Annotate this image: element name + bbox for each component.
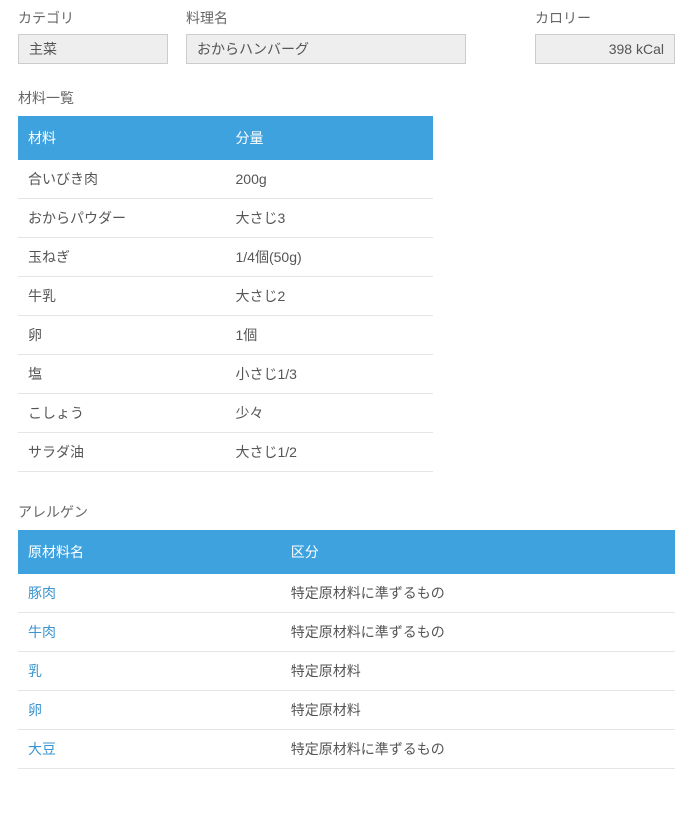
category-field-group: カテゴリ — [18, 8, 168, 64]
category-label: カテゴリ — [18, 8, 168, 28]
allergen-table: 原材料名 区分 豚肉特定原材料に準ずるもの牛肉特定原材料に準ずるもの乳特定原材料… — [18, 530, 675, 769]
category-input[interactable] — [18, 34, 168, 64]
allergen-type-cell: 特定原材料に準ずるもの — [281, 613, 675, 652]
allergen-name-link[interactable]: 豚肉 — [18, 574, 281, 613]
ingredient-name-cell: 牛乳 — [18, 277, 226, 316]
allergen-section: アレルゲン 原材料名 区分 豚肉特定原材料に準ずるもの牛肉特定原材料に準ずるもの… — [18, 502, 675, 769]
ingredient-amount-cell: 1/4個(50g) — [226, 238, 434, 277]
ingredient-amount-cell: 少々 — [226, 394, 434, 433]
ingredients-table: 材料 分量 合いびき肉200gおからパウダー大さじ3玉ねぎ1/4個(50g)牛乳… — [18, 116, 433, 472]
ingredient-amount-cell: 大さじ3 — [226, 199, 434, 238]
col-allergen-name-header: 原材料名 — [18, 530, 281, 574]
ingredient-amount-cell: 小さじ1/3 — [226, 355, 434, 394]
ingredient-amount-cell: 大さじ2 — [226, 277, 434, 316]
table-row: サラダ油大さじ1/2 — [18, 433, 433, 472]
top-fields-row: カテゴリ 料理名 カロリー — [18, 8, 675, 64]
table-row: 卵1個 — [18, 316, 433, 355]
allergen-type-cell: 特定原材料 — [281, 652, 675, 691]
ingredient-name-cell: 卵 — [18, 316, 226, 355]
ingredient-name-cell: おからパウダー — [18, 199, 226, 238]
table-row: 牛肉特定原材料に準ずるもの — [18, 613, 675, 652]
recipe-label: 料理名 — [186, 8, 466, 28]
allergen-name-link[interactable]: 乳 — [18, 652, 281, 691]
allergen-name-link[interactable]: 牛肉 — [18, 613, 281, 652]
table-row: 合いびき肉200g — [18, 160, 433, 199]
table-row: 乳特定原材料 — [18, 652, 675, 691]
ingredients-section: 材料一覧 材料 分量 合いびき肉200gおからパウダー大さじ3玉ねぎ1/4個(5… — [18, 88, 675, 472]
table-row: 牛乳大さじ2 — [18, 277, 433, 316]
table-row: 卵特定原材料 — [18, 691, 675, 730]
col-ingredient-header: 材料 — [18, 116, 226, 160]
ingredient-amount-cell: 大さじ1/2 — [226, 433, 434, 472]
allergen-name-link[interactable]: 大豆 — [18, 730, 281, 769]
col-allergen-type-header: 区分 — [281, 530, 675, 574]
recipe-input[interactable] — [186, 34, 466, 64]
allergen-title: アレルゲン — [18, 502, 675, 522]
table-row: 豚肉特定原材料に準ずるもの — [18, 574, 675, 613]
allergen-type-cell: 特定原材料に準ずるもの — [281, 574, 675, 613]
recipe-field-group: 料理名 — [186, 8, 466, 64]
calorie-label: カロリー — [535, 8, 675, 28]
col-amount-header: 分量 — [226, 116, 434, 160]
ingredient-name-cell: こしょう — [18, 394, 226, 433]
spacer — [484, 8, 517, 64]
ingredient-name-cell: 塩 — [18, 355, 226, 394]
ingredient-amount-cell: 200g — [226, 160, 434, 199]
ingredient-amount-cell: 1個 — [226, 316, 434, 355]
allergen-name-link[interactable]: 卵 — [18, 691, 281, 730]
calorie-input[interactable] — [535, 34, 675, 64]
table-row: 大豆特定原材料に準ずるもの — [18, 730, 675, 769]
allergen-type-cell: 特定原材料に準ずるもの — [281, 730, 675, 769]
calorie-field-group: カロリー — [535, 8, 675, 64]
allergen-type-cell: 特定原材料 — [281, 691, 675, 730]
table-row: こしょう少々 — [18, 394, 433, 433]
ingredients-title: 材料一覧 — [18, 88, 675, 108]
ingredient-name-cell: 玉ねぎ — [18, 238, 226, 277]
table-row: おからパウダー大さじ3 — [18, 199, 433, 238]
ingredient-name-cell: サラダ油 — [18, 433, 226, 472]
table-row: 塩小さじ1/3 — [18, 355, 433, 394]
ingredient-name-cell: 合いびき肉 — [18, 160, 226, 199]
table-row: 玉ねぎ1/4個(50g) — [18, 238, 433, 277]
